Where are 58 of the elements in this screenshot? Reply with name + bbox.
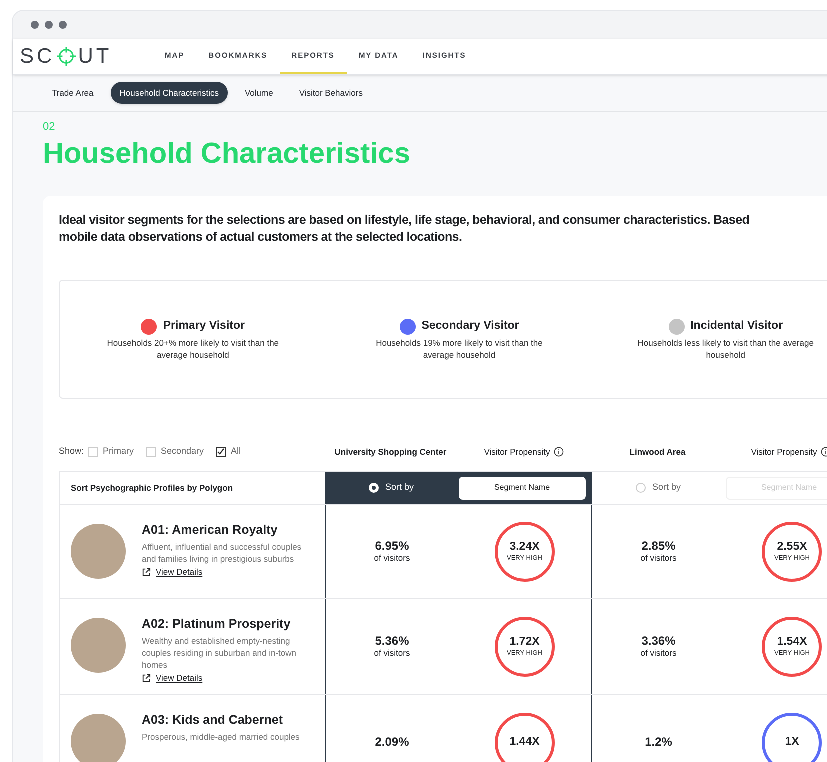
propensity-value: 1.72X <box>510 636 540 648</box>
profile-description: Wealthy and established empty-nesting couples residing in suburban and in-town homes <box>142 635 298 671</box>
metric-label: Visitor Propensity <box>751 446 818 458</box>
external-link-icon <box>142 568 151 577</box>
logo-text: UT <box>78 44 112 70</box>
profile-title: A02: Platinum Prosperity <box>142 616 292 632</box>
crosshair-logo-icon <box>57 47 76 66</box>
propensity-value: 1.44X <box>510 736 540 749</box>
visitor-share: 5.36% <box>375 635 410 648</box>
view-details-link[interactable]: View Details <box>156 566 203 579</box>
legend-title: Incidental Visitor <box>690 318 784 334</box>
metric-label: Visitor Propensity <box>484 446 550 458</box>
legend-description: Households 20+% more likely to visit than the average household <box>106 337 280 362</box>
polygon-name: Linwood Area <box>630 446 686 458</box>
filter-checkbox[interactable]: All <box>216 445 242 459</box>
sub-tab[interactable]: Volume <box>236 82 282 104</box>
sub-tab[interactable]: Visitor Behaviors <box>290 82 372 104</box>
legend-description: Households less likely to visit than the average household <box>636 337 815 362</box>
visitor-share-label: of visitors <box>640 553 677 563</box>
sort-radio[interactable]: Sort by <box>325 481 458 495</box>
info-icon[interactable] <box>554 447 564 457</box>
external-link-icon <box>142 674 151 683</box>
profile-title: A01: American Royalty <box>142 522 279 538</box>
visitor-share-label: of visitors <box>374 553 410 563</box>
visitor-share: 2.09% <box>375 736 410 749</box>
legend-title: Secondary Visitor <box>422 318 520 334</box>
legend-description: Households 19% more likely to visit than the average household <box>375 337 544 362</box>
section-title: Household Characteristics <box>43 137 412 172</box>
profile-description: Affluent, influential and successful couples and families living in prestigious suburbs <box>142 541 303 565</box>
profile-description: Prosperous, middle-aged married couples <box>142 731 301 743</box>
checkmark-icon <box>217 448 226 456</box>
visitor-share: 3.36% <box>642 635 676 648</box>
section-number: 02 <box>43 120 56 134</box>
polygon-name: University Shopping Center <box>334 446 447 458</box>
sort-radio[interactable]: Sort by <box>592 481 726 495</box>
segment-name-button[interactable]: Segment Name <box>458 476 586 500</box>
propensity-value: 3.24X <box>510 540 540 554</box>
photo-placeholder <box>71 714 126 762</box>
sub-tab[interactable]: Trade Area <box>43 82 103 104</box>
view-details-link[interactable]: View Details <box>156 672 203 685</box>
propensity-value: 1X <box>785 736 800 749</box>
visitor-share: 1.2% <box>645 736 672 749</box>
propensity-value: 2.55X <box>777 540 808 554</box>
description-text: mobile data observations of actual customers at the selected locations. <box>59 229 464 246</box>
show-label: Show: <box>59 445 84 458</box>
visitor-share-label: of visitors <box>640 648 677 658</box>
legend-title: Primary Visitor <box>163 318 245 334</box>
sub-tab[interactable]: Household Characteristics <box>110 82 228 104</box>
filter-checkbox[interactable]: Secondary <box>146 445 204 459</box>
visitor-share: 2.85% <box>642 540 676 553</box>
visitor-share: 6.95% <box>375 540 410 553</box>
filter-checkbox[interactable]: Primary <box>88 445 134 459</box>
logo-text: SC <box>20 44 56 70</box>
propensity-value: 1.54X <box>777 636 808 648</box>
profile-title: A03: Kids and Cabernet <box>142 712 284 728</box>
table-header: Sort Psychographic Profiles by Polygon <box>71 482 234 494</box>
visitor-share-label: of visitors <box>374 648 410 658</box>
description-text: Ideal visitor segments for the selections are based on lifestyle, life stage, behavioral, and consumer characteristics. Based <box>59 212 751 229</box>
